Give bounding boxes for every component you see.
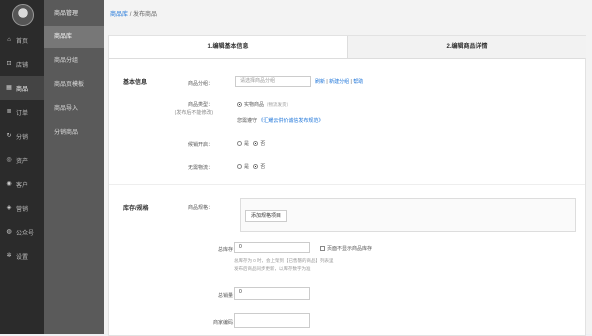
type-option-label: 实物商品 bbox=[244, 102, 265, 108]
presale-no-radio[interactable] bbox=[253, 141, 259, 147]
section-title: 库存/规格 bbox=[123, 206, 149, 212]
breadcrumb: 商品库 / 发布商品 bbox=[110, 9, 157, 18]
sidebar-item-assets[interactable]: ◎ 资产 bbox=[0, 148, 44, 172]
refresh-link[interactable]: 刷新 bbox=[315, 79, 325, 85]
subnav-item-goods-import[interactable]: 商品导入 bbox=[44, 98, 104, 120]
main-sidebar: ⌂ 首页 ⊡ 店铺 ▦ 商品 ≣ 订单 ↻ 分销 ◎ 资产 ◉ 客户 ◈ 营销 … bbox=[0, 0, 44, 334]
sidebar-item-distribution[interactable]: ↻ 分销 bbox=[0, 124, 44, 148]
subnav-header: 商品管理 bbox=[54, 11, 79, 17]
no-logistics-label: 无需物流： bbox=[187, 165, 213, 171]
coin-icon: ◎ bbox=[6, 157, 12, 163]
wechat-icon: ◍ bbox=[6, 229, 12, 235]
group-actions: 刷新 | 新建分组 | 帮助 bbox=[315, 79, 364, 85]
type-option[interactable]: 实物商品（物流发货） bbox=[237, 101, 291, 108]
type-hint: (发布后不能修改) bbox=[174, 110, 213, 116]
sidebar-item-label: 客户 bbox=[16, 182, 29, 189]
sidebar-item-goods[interactable]: ▦ 商品 bbox=[0, 76, 44, 100]
type-radio[interactable] bbox=[237, 102, 242, 108]
sidebar-item-store[interactable]: ⊡ 店铺 bbox=[0, 52, 44, 76]
spec-label: 商品规格： bbox=[187, 205, 213, 211]
sales-input[interactable]: 0 bbox=[234, 287, 310, 300]
presale-yes-radio[interactable] bbox=[237, 141, 242, 147]
share-icon: ↻ bbox=[6, 133, 12, 139]
main-content: 商品库 / 发布商品 1.编辑基本信息 2.编辑商品详情 基本信息 商品分组： … bbox=[104, 0, 592, 336]
sidebar-item-label: 商品 bbox=[16, 86, 29, 93]
stock-note-2: 发布后商品同步更新，以库存数字为准 bbox=[234, 266, 311, 271]
group-label: 商品分组： bbox=[187, 81, 213, 87]
step-tabs: 1.编辑基本信息 2.编辑商品详情 bbox=[109, 36, 586, 59]
sidebar-item-official-account[interactable]: ◍ 公众号 bbox=[0, 220, 44, 244]
sidebar-item-customers[interactable]: ◉ 客户 bbox=[0, 172, 44, 196]
list-icon: ≣ bbox=[6, 109, 12, 115]
cart-icon: ⊡ bbox=[6, 61, 12, 67]
stock-note-1: 总库存为 0 时，会上架到【已售罄的商品】列表里 bbox=[234, 258, 334, 263]
promise-text: 您需遵守 《汇耀云供价诚信发布规范》 bbox=[237, 117, 323, 124]
subnav-item-goods-group[interactable]: 商品分组 bbox=[44, 50, 104, 72]
sidebar-item-label: 首页 bbox=[16, 38, 29, 45]
sales-label: 总销量： bbox=[217, 293, 238, 299]
sidebar-item-label: 公众号 bbox=[16, 230, 35, 237]
sub-navigation: 商品管理 商品库 商品分组 商品页模板 商品导入 分销商品 bbox=[44, 0, 104, 334]
section-title: 基本信息 bbox=[123, 80, 148, 86]
promise-link[interactable]: 《汇耀云供价诚信发布规范》 bbox=[258, 118, 323, 124]
type-label: 商品类型： bbox=[187, 102, 213, 108]
basic-info-section: 基本信息 商品分组： 请选择商品分组 刷新 | 新建分组 | 帮助 商品类型： … bbox=[109, 59, 585, 185]
breadcrumb-separator: / bbox=[129, 12, 132, 18]
no-logistics-radios: 是 否 bbox=[237, 163, 265, 170]
total-stock-input[interactable]: 0 bbox=[234, 242, 310, 253]
sidebar-item-label: 设置 bbox=[16, 254, 29, 261]
hide-stock-label: 页面不显示商品库存 bbox=[327, 246, 373, 252]
help-link[interactable]: 帮助 bbox=[353, 79, 363, 85]
presale-radios: 是 否 bbox=[237, 140, 265, 147]
sidebar-item-label: 分销 bbox=[16, 134, 29, 141]
gear-icon: ✲ bbox=[6, 253, 12, 259]
subnav-item-distribution-goods[interactable]: 分销商品 bbox=[44, 122, 104, 144]
tab-basic-info[interactable]: 1.编辑基本信息 bbox=[109, 36, 347, 58]
type-option-note: （物流发货） bbox=[264, 102, 292, 107]
sidebar-item-marketing[interactable]: ◈ 营销 bbox=[0, 196, 44, 220]
subnav-item-page-template[interactable]: 商品页模板 bbox=[44, 74, 104, 96]
promise-prefix: 您需遵守 bbox=[237, 118, 258, 124]
breadcrumb-current: 发布商品 bbox=[133, 12, 158, 18]
no-logistics-no-radio[interactable] bbox=[253, 164, 259, 170]
sidebar-item-home[interactable]: ⌂ 首页 bbox=[0, 28, 44, 52]
grid-icon: ▦ bbox=[6, 85, 12, 91]
breadcrumb-root-link[interactable]: 商品库 bbox=[110, 12, 128, 18]
merchant-code-input[interactable] bbox=[234, 313, 310, 328]
sidebar-item-label: 资产 bbox=[16, 158, 29, 165]
sidebar-item-label: 店铺 bbox=[16, 62, 29, 69]
total-stock-label: 总库存： bbox=[217, 247, 238, 253]
hide-stock-option[interactable]: 页面不显示商品库存 bbox=[320, 245, 372, 252]
add-spec-button[interactable]: 添加规格项目 bbox=[245, 210, 288, 222]
spec-box bbox=[240, 198, 576, 232]
merchant-code-label: 商家编码： bbox=[212, 320, 238, 326]
subnav-item-goods-library[interactable]: 商品库 bbox=[44, 26, 104, 48]
hide-stock-checkbox[interactable] bbox=[320, 246, 325, 252]
new-group-link[interactable]: 新建分组 bbox=[329, 79, 349, 85]
no-logistics-yes-radio[interactable] bbox=[237, 164, 242, 170]
yes-label: 是 bbox=[244, 141, 250, 147]
home-icon: ⌂ bbox=[7, 37, 11, 43]
sidebar-item-settings[interactable]: ✲ 设置 bbox=[0, 244, 44, 268]
yes-label: 是 bbox=[244, 164, 250, 170]
sidebar-item-label: 订单 bbox=[16, 110, 29, 117]
no-label: 否 bbox=[260, 141, 266, 147]
group-select[interactable]: 请选择商品分组 bbox=[235, 76, 311, 87]
user-icon: ◉ bbox=[6, 181, 12, 187]
no-label: 否 bbox=[260, 164, 266, 170]
sidebar-item-orders[interactable]: ≣ 订单 bbox=[0, 100, 44, 124]
presale-label: 候销开启： bbox=[187, 142, 213, 148]
megaphone-icon: ◈ bbox=[6, 205, 12, 211]
tab-goods-detail[interactable]: 2.编辑商品详情 bbox=[347, 36, 586, 58]
avatar[interactable] bbox=[12, 4, 34, 26]
edit-panel: 1.编辑基本信息 2.编辑商品详情 基本信息 商品分组： 请选择商品分组 刷新 … bbox=[108, 35, 586, 336]
sidebar-item-label: 营销 bbox=[16, 206, 29, 213]
